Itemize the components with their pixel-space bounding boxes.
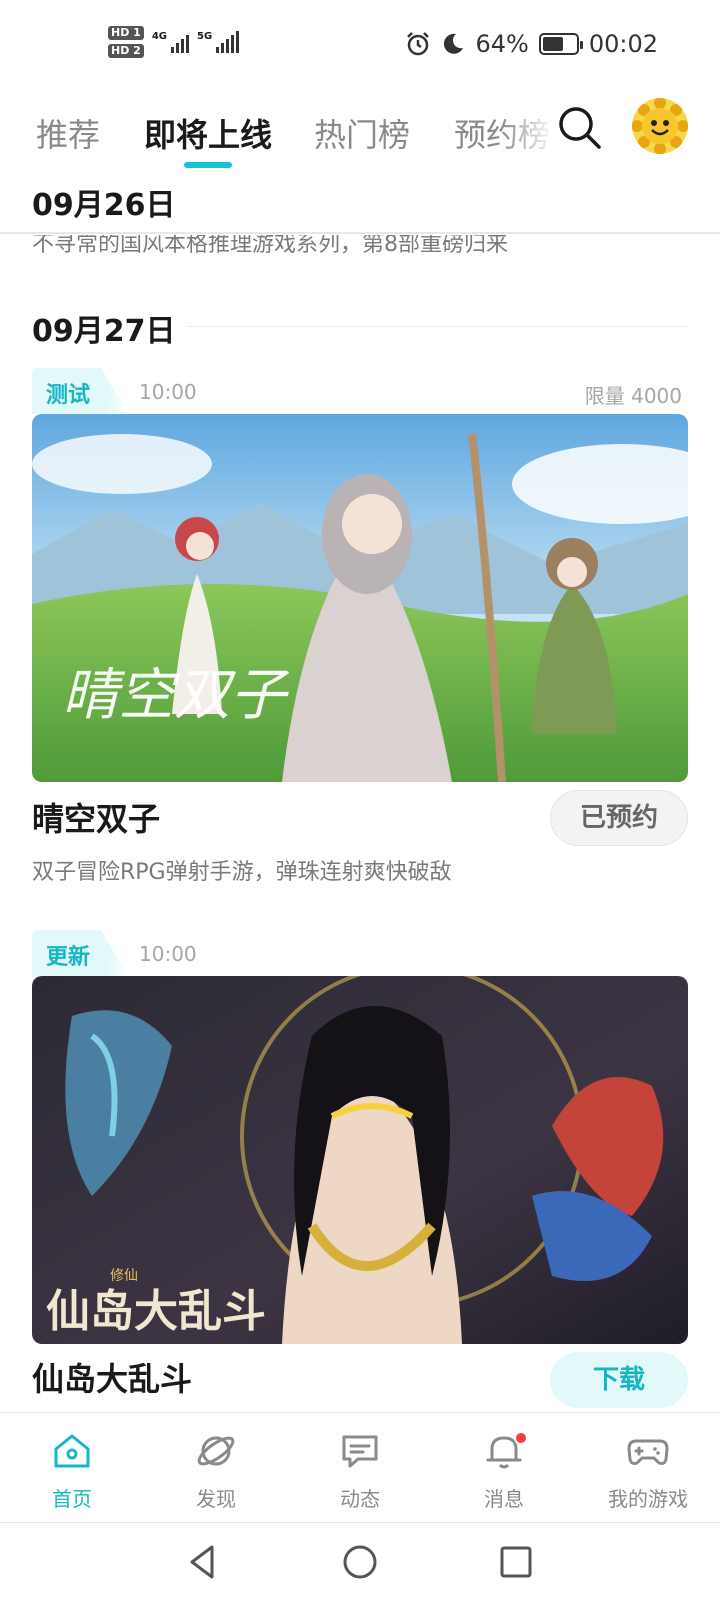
nav-discover[interactable]: 发现 xyxy=(144,1413,288,1523)
nav-messages[interactable]: 消息 xyxy=(432,1413,576,1523)
network-indicators: HD 1 HD 2 4G 5G xyxy=(108,26,240,58)
tab-recommend[interactable]: 推荐 xyxy=(36,110,100,156)
tag-badge: 测试 xyxy=(32,368,128,414)
release-feed[interactable]: 09月26日 不寻常的国风本格推理游戏系列，第8部重磅归来 09月27日 测试 … xyxy=(0,180,720,1412)
signal-5g-icon: 5G xyxy=(197,31,240,53)
game-description: 双子冒险RPG弹射手游，弹珠连射爽快破敌 xyxy=(32,860,452,885)
banner-logo-small-text: 修仙 xyxy=(110,1268,138,1284)
reserved-button[interactable]: 已预约 xyxy=(550,790,688,846)
alarm-icon xyxy=(407,32,430,56)
clock: 00:02 xyxy=(588,30,658,58)
game-title[interactable]: 仙岛大乱斗 xyxy=(32,1354,192,1400)
tag-badge: 更新 xyxy=(32,930,128,976)
game-title[interactable]: 晴空双子 xyxy=(32,794,160,840)
signal-4g-icon: 4G xyxy=(152,31,189,53)
status-bar: HD 1 HD 2 4G 5G 64% 00:02 xyxy=(0,0,720,90)
net1-label: 4G xyxy=(151,31,167,42)
tab-scroll-fade xyxy=(500,98,555,178)
date-divider xyxy=(188,326,688,327)
game-banner[interactable]: 仙岛大乱斗 修仙 xyxy=(32,976,688,1344)
active-tab-indicator xyxy=(184,162,232,168)
hd1-badge: HD 1 xyxy=(108,26,144,40)
net2-label: 5G xyxy=(197,31,213,42)
banner-logo-text: 仙岛大乱斗 xyxy=(46,1286,266,1337)
tab-hot-ranking[interactable]: 热门榜 xyxy=(314,110,410,156)
home-icon xyxy=(54,1434,90,1468)
back-icon[interactable] xyxy=(182,1541,224,1583)
tab-coming-soon[interactable]: 即将上线 xyxy=(144,110,272,156)
nav-label: 发现 xyxy=(196,1487,236,1511)
download-button[interactable]: 下载 xyxy=(550,1352,688,1408)
date-header: 09月26日 xyxy=(32,188,176,223)
nav-feed[interactable]: 动态 xyxy=(288,1413,432,1523)
top-tab-bar: 推荐 即将上线 热门榜 预约榜 xyxy=(0,98,720,178)
gamepad-icon xyxy=(627,1439,669,1465)
search-icon xyxy=(559,107,601,149)
moon-icon xyxy=(444,33,464,54)
tag-label: 测试 xyxy=(46,383,91,408)
banner-logo-text: 晴空双子 xyxy=(62,663,290,728)
nav-home[interactable]: 首页 xyxy=(0,1413,144,1523)
sticky-date-header: 09月26日 xyxy=(0,180,720,235)
release-time: 10:00 xyxy=(139,942,197,966)
tag-label: 更新 xyxy=(46,945,91,970)
bottom-navigation: 首页 发现 动态 消息 我的游戏 xyxy=(0,1412,720,1522)
hd2-badge: HD 2 xyxy=(108,44,144,58)
nav-label: 动态 xyxy=(340,1487,380,1511)
slot-limit: 限量 4000 xyxy=(584,384,682,408)
date-header: 09月27日 xyxy=(32,314,176,349)
chat-icon xyxy=(342,1435,378,1468)
avatar[interactable] xyxy=(632,98,688,154)
nav-my-games[interactable]: 我的游戏 xyxy=(576,1413,720,1523)
sunflower-avatar-icon xyxy=(632,98,688,154)
nav-label: 消息 xyxy=(484,1487,524,1511)
planet-icon xyxy=(197,1436,235,1466)
home-circle-icon[interactable] xyxy=(339,1541,381,1583)
divider xyxy=(0,232,720,234)
system-navigation-bar xyxy=(0,1522,720,1600)
recents-icon[interactable] xyxy=(495,1541,537,1583)
release-time: 10:00 xyxy=(139,380,197,404)
nav-label: 首页 xyxy=(52,1487,92,1511)
notification-dot xyxy=(514,1431,528,1445)
system-status: 64% 00:02 xyxy=(405,30,658,58)
nav-label: 我的游戏 xyxy=(608,1487,688,1511)
battery-icon xyxy=(538,33,583,55)
search-button[interactable] xyxy=(556,104,604,152)
game-banner[interactable]: 晴空双子 xyxy=(32,414,688,782)
battery-percent: 64% xyxy=(475,30,529,58)
